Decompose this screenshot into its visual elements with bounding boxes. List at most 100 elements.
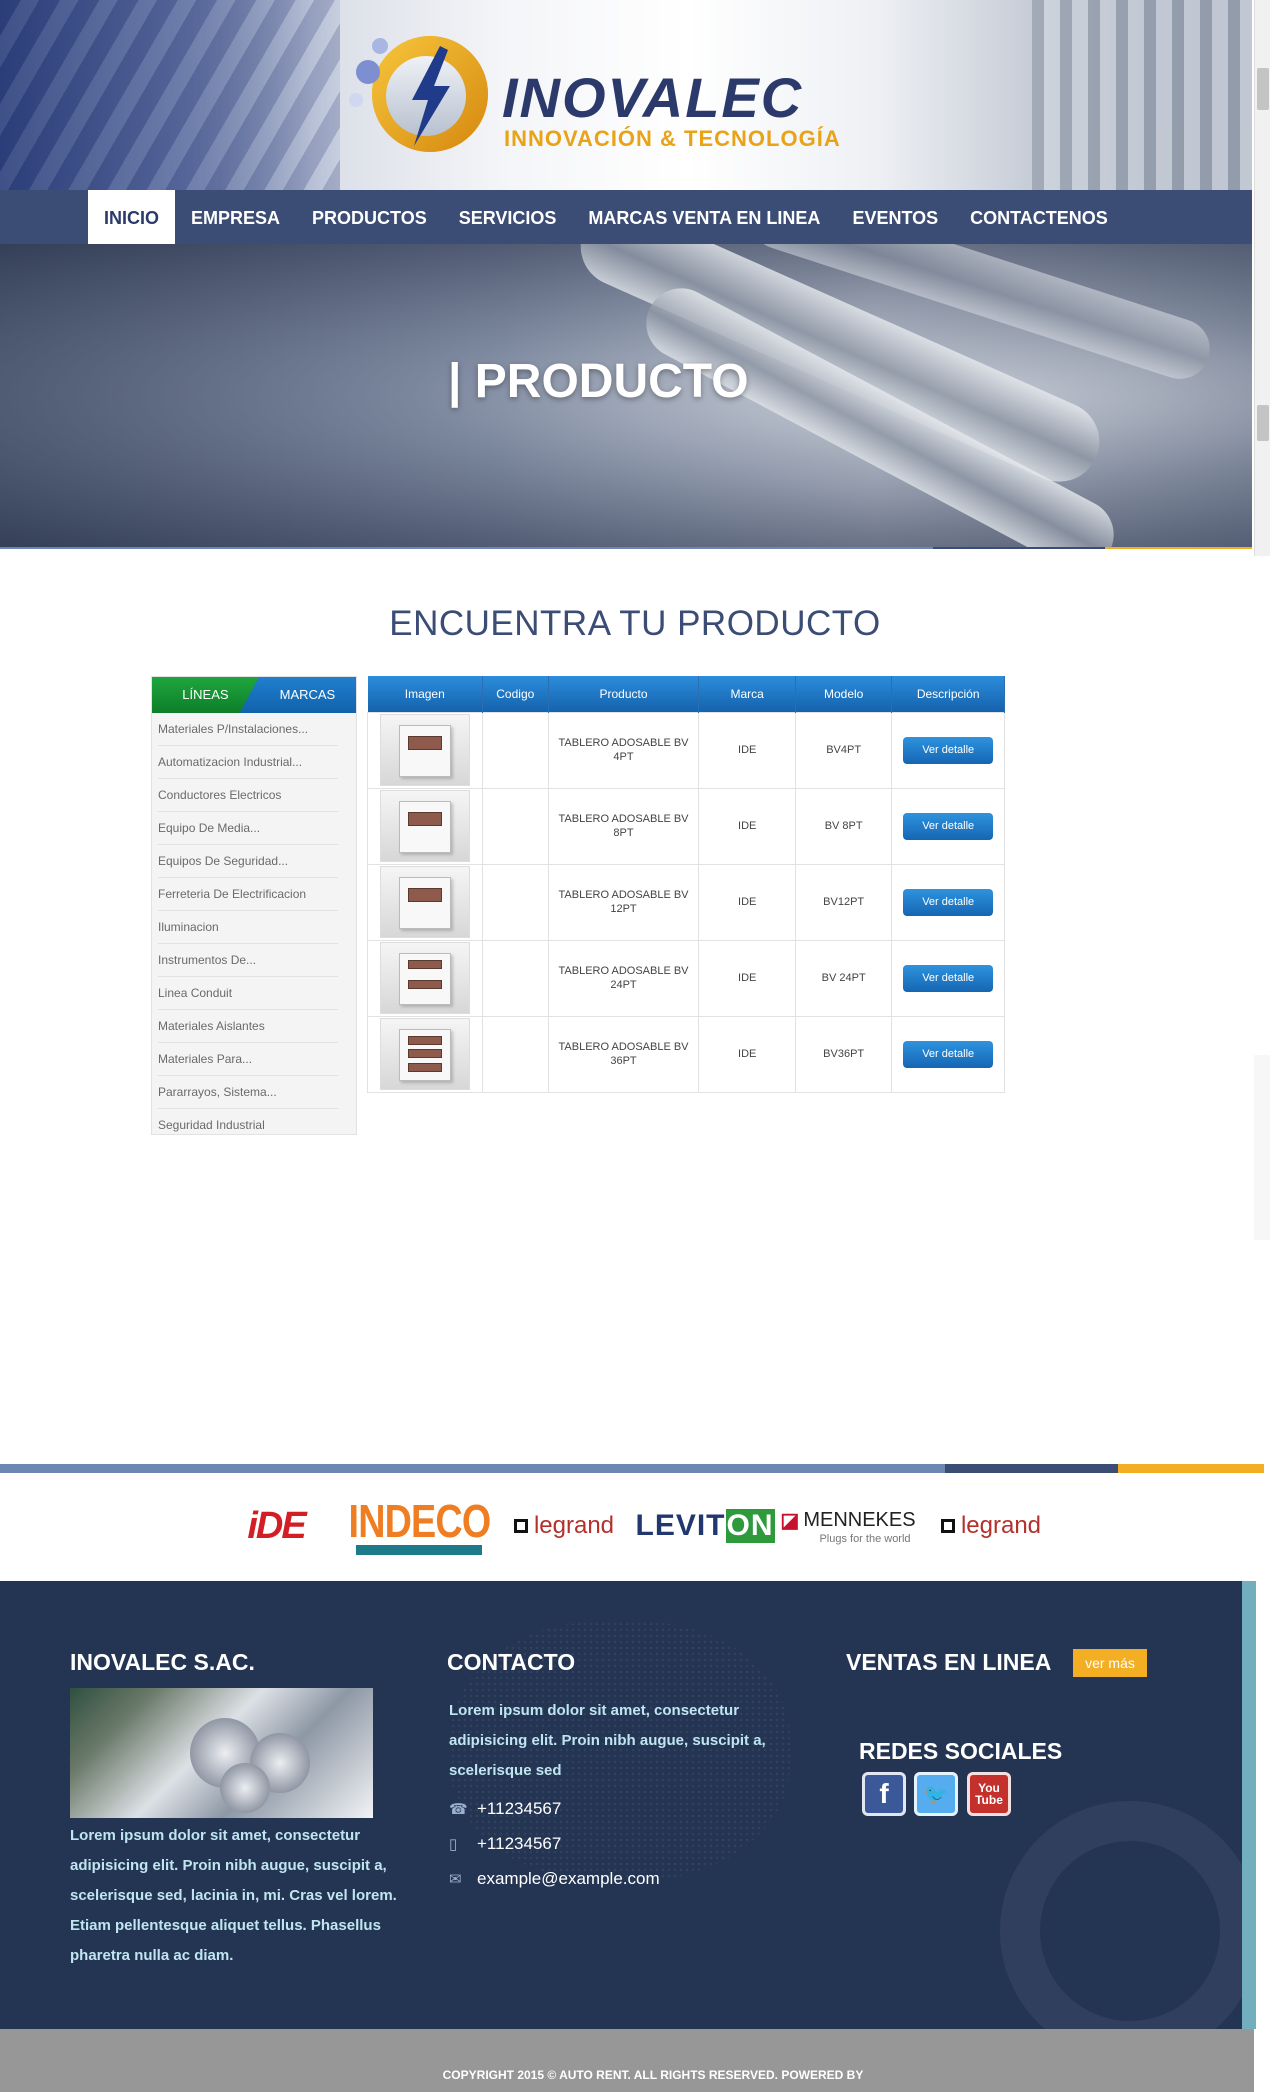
footer-edge-strip — [1242, 1581, 1256, 2029]
sidebar-category-item[interactable]: Seguridad Industrial — [158, 1109, 338, 1134]
scrollbar-thumb[interactable] — [1257, 68, 1269, 110]
sidebar-category-item[interactable]: Ferreteria De Electrificacion — [158, 878, 338, 911]
brand-logos-strip: iDE INDECO legrand LEVIT ON ◪ MENNEKES Plu… — [0, 1473, 1256, 1581]
brand-logo-legrand[interactable]: legrand — [506, 1493, 622, 1559]
product-name: TABLERO ADOSABLE BV 8PT — [547, 787, 700, 865]
brand-logo-ide[interactable]: iDE — [228, 1493, 324, 1559]
sidebar-category-item[interactable]: Instrumentos De... — [158, 944, 338, 977]
product-action-cell: Ver detalle — [891, 1015, 1005, 1093]
product-thumbnail[interactable] — [380, 790, 470, 862]
header-machinery-image-left — [0, 0, 340, 190]
youtube-icon[interactable]: You Tube — [967, 1772, 1011, 1816]
column-header[interactable]: Producto — [548, 676, 700, 712]
footer-phone-1[interactable]: ☎ +11234567 — [449, 1799, 561, 1819]
footer-phone-2[interactable]: ▯ +11234567 — [449, 1834, 561, 1854]
footer-email[interactable]: ✉ example@example.com — [449, 1869, 660, 1889]
facebook-icon[interactable]: f — [862, 1772, 906, 1816]
table-row: TABLERO ADOSABLE BV 8PT IDE BV 8PT Ver deta… — [366, 787, 1005, 865]
sidebar-category-item[interactable]: Linea Conduit — [158, 977, 338, 1010]
nav-item-inicio[interactable]: INICIO — [88, 190, 176, 244]
product-thumbnail[interactable] — [380, 942, 470, 1014]
phone-icon: ☎ — [449, 1801, 468, 1818]
ver-detalle-button[interactable]: Ver detalle — [903, 1040, 994, 1068]
product-name: TABLERO ADOSABLE BV 4PT — [547, 711, 700, 789]
sidebar-tabs: LÍNEAS MARCAS — [152, 677, 356, 713]
brand-logo-indeco[interactable]: INDECO — [348, 1493, 491, 1559]
logo-tagline: INNOVACIÓN & TECNOLOGÍA — [504, 126, 841, 151]
header-machinery-image-right — [1032, 0, 1252, 190]
category-list: Materiales P/Instalaciones... Automatizac… — [152, 713, 356, 1134]
product-name: TABLERO ADOSABLE BV 36PT — [547, 1015, 700, 1093]
logo-wordmark: INOVALEC — [502, 66, 804, 129]
brands-accent-bar — [0, 1464, 1264, 1473]
product-image-cell — [366, 863, 484, 941]
footer-contact-text: Lorem ipsum dolor sit amet, consectetur … — [449, 1702, 766, 1779]
email-text: example@example.com — [477, 1869, 660, 1888]
product-code — [482, 863, 549, 941]
brand-logo-mennekes[interactable]: ◪ MENNEKES Plugs for the world — [780, 1493, 916, 1559]
product-image-cell — [366, 939, 484, 1017]
column-header[interactable]: Descripción — [891, 676, 1005, 712]
product-brand: IDE — [698, 1015, 796, 1093]
nav-item-contactenos[interactable]: CONTACTENOS — [954, 190, 1124, 244]
table-row: TABLERO ADOSABLE BV 36PT IDE BV36PT Ver det… — [366, 1015, 1005, 1093]
product-name: TABLERO ADOSABLE BV 12PT — [547, 863, 700, 941]
brand-logo-mennekes-slogan: Plugs for the world — [819, 1532, 911, 1545]
sidebar-category-item[interactable]: Materiales Aislantes — [158, 1010, 338, 1043]
section-title: ENCUENTRA TU PRODUCTO — [389, 604, 881, 643]
product-thumbnail[interactable] — [380, 866, 470, 938]
product-action-cell: Ver detalle — [891, 939, 1005, 1017]
logo-bolt-icon — [349, 36, 488, 152]
brand-logo-legrand-text: legrand — [533, 1512, 615, 1539]
site-logo[interactable]: INOVALEC INNOVACIÓN & TECNOLOGÍA — [342, 22, 902, 162]
product-code — [482, 1015, 549, 1093]
product-model: BV 24PT — [794, 939, 893, 1017]
sidebar-category-item[interactable]: Iluminacion — [158, 911, 338, 944]
sidebar-category-item[interactable]: Materiales Para... — [158, 1043, 338, 1076]
nav-item-productos[interactable]: PRODUCTOS — [296, 190, 443, 244]
footer-company-title: INOVALEC S.AC. — [70, 1649, 255, 1675]
table-row: TABLERO ADOSABLE BV 24PT IDE BV 24PT Ver de… — [366, 939, 1005, 1017]
column-header[interactable]: Codigo — [482, 676, 549, 712]
product-thumbnail[interactable] — [380, 1018, 470, 1090]
product-name: TABLERO ADOSABLE BV 24PT — [547, 939, 700, 1017]
sidebar-category-item[interactable]: Conductores Electricos — [158, 779, 338, 812]
product-thumbnail[interactable] — [380, 714, 470, 786]
twitter-icon[interactable]: 🐦 — [914, 1772, 958, 1816]
secondary-scrollbar[interactable] — [1254, 1055, 1270, 1240]
sidebar-category-item[interactable]: Equipo De Media... — [158, 812, 338, 845]
column-header[interactable]: Marca — [698, 676, 796, 712]
product-model: BV 8PT — [794, 787, 893, 865]
page-scrollbar[interactable] — [1254, 0, 1270, 556]
ver-mas-button[interactable]: ver más — [1073, 1649, 1147, 1677]
legrand-square-icon — [940, 1519, 955, 1533]
footer-watermark-logo — [1000, 1801, 1256, 2029]
product-model: BV12PT — [794, 863, 893, 941]
nav-item-marcas-venta-en-linea[interactable]: MARCAS VENTA EN LINEA — [572, 190, 836, 244]
footer-company-text: Lorem ipsum dolor sit amet, consectetur … — [70, 1827, 397, 1964]
sidebar-category-item[interactable]: Pararrayos, Sistema... — [158, 1076, 338, 1109]
sidebar-category-item[interactable]: Automatizacion Industrial... — [158, 746, 338, 779]
hero-accent-bar — [0, 547, 1252, 549]
sidebar-category-item[interactable]: Materiales P/Instalaciones... — [158, 713, 338, 746]
nav-item-servicios[interactable]: SERVICIOS — [443, 190, 573, 244]
column-header[interactable]: Imagen — [367, 676, 484, 712]
copyright-text: COPYRIGHT 2015 © AUTO RENT. ALL RIGHTS R… — [442, 2068, 864, 2082]
ver-detalle-button[interactable]: Ver detalle — [903, 964, 994, 992]
scrollbar-thumb[interactable] — [1257, 405, 1269, 441]
product-action-cell: Ver detalle — [891, 863, 1005, 941]
ver-detalle-button[interactable]: Ver detalle — [903, 812, 994, 840]
mobile-icon: ▯ — [449, 1836, 458, 1853]
brand-logo-leviton[interactable]: LEVIT ON — [636, 1493, 775, 1559]
ver-detalle-button[interactable]: Ver detalle — [903, 736, 994, 764]
brand-logo-legrand-2[interactable]: legrand — [936, 1493, 1046, 1559]
product-model: BV4PT — [794, 711, 893, 789]
ver-detalle-button[interactable]: Ver detalle — [903, 888, 994, 916]
site-footer: INOVALEC S.AC. Lorem ipsum dolor sit ame… — [0, 1581, 1256, 2029]
footer-company-photo — [70, 1688, 373, 1818]
nav-item-eventos[interactable]: EVENTOS — [836, 190, 954, 244]
column-header[interactable]: Modelo — [795, 676, 893, 712]
sidebar-category-item[interactable]: Equipos De Seguridad... — [158, 845, 338, 878]
tab-marcas[interactable]: MARCAS — [238, 677, 356, 713]
nav-item-empresa[interactable]: EMPRESA — [175, 190, 296, 244]
